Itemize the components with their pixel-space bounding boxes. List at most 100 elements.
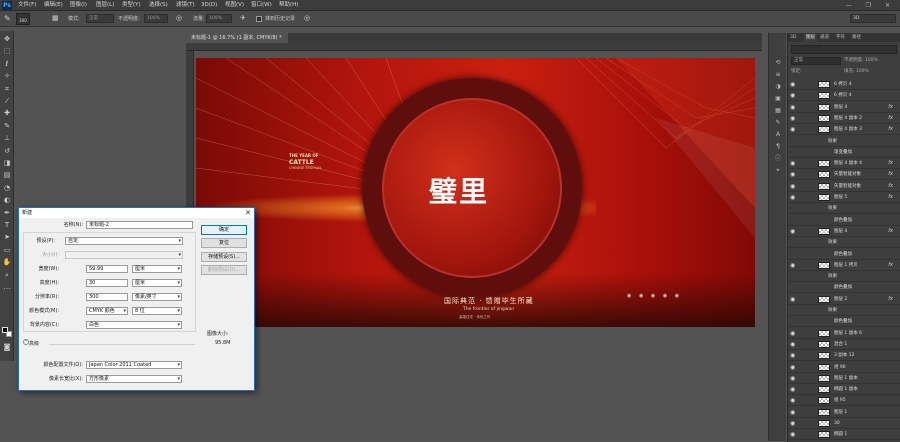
visibility-eye-icon[interactable]: ◉ xyxy=(790,262,795,269)
layer-row[interactable]: ◉ 组 95 xyxy=(788,395,900,407)
flow-input[interactable]: 100% xyxy=(206,14,232,23)
layer-row[interactable]: ◉ 图层 1 副本 6 xyxy=(788,328,900,339)
layer-effects-icon[interactable]: fx xyxy=(888,160,893,166)
pen-tool-icon[interactable]: ✒ xyxy=(2,209,12,218)
layer-row[interactable]: 颜色叠加 xyxy=(788,282,900,294)
info-panel-icon[interactable]: ⓘ xyxy=(773,155,783,163)
layer-fill[interactable]: 填充: 100% xyxy=(844,68,897,76)
color-mode-select[interactable]: CMYK 颜色 xyxy=(86,307,128,315)
menu-item[interactable]: 窗口(W) xyxy=(251,1,272,10)
document-tab[interactable]: 未标题-1 @ 16.7% (1 副本, CMYK/8) * xyxy=(185,33,288,43)
layer-row[interactable]: ◉ 6 拷贝 4 xyxy=(788,79,900,90)
window-controls[interactable]: — ❐ ✕ xyxy=(846,1,896,10)
brush-panel-icon[interactable]: ▦ xyxy=(52,14,59,23)
panel-tab[interactable]: 路径 xyxy=(852,34,861,42)
healing-brush-icon[interactable]: ✚ xyxy=(2,109,12,118)
pressure-size-icon[interactable]: ◎ xyxy=(304,14,310,23)
eraser-icon[interactable]: ✎ xyxy=(4,14,11,23)
history-panel-icon[interactable]: ⟲ xyxy=(773,59,783,67)
layer-row[interactable]: 颜色叠加 xyxy=(788,249,900,260)
brush-tool-icon[interactable]: ✎ xyxy=(2,122,12,131)
quick-mask-icon[interactable]: ◙ xyxy=(2,343,12,352)
layer-row[interactable]: ◉ 图层 4 fx xyxy=(788,102,900,113)
visibility-eye-icon[interactable]: ◉ xyxy=(790,386,795,393)
layer-row[interactable]: ◉ 图层 4 fx xyxy=(788,226,900,237)
layer-row[interactable]: ◉ 矢量智能对象 fx xyxy=(788,169,900,181)
history-brush-icon[interactable]: ↺ xyxy=(2,147,12,156)
visibility-eye-icon[interactable]: ◉ xyxy=(790,104,795,111)
layer-row[interactable]: ◉ 矢量智能对象 fx xyxy=(788,181,900,192)
menu-item[interactable]: 选择(S) xyxy=(149,1,168,10)
panel-tab[interactable]: 3D xyxy=(790,34,796,42)
width-unit-select[interactable]: 厘米 xyxy=(132,265,182,273)
bit-depth-select[interactable]: 8 位 xyxy=(132,307,182,315)
layer-row[interactable]: ◉ 混合 1 xyxy=(788,339,900,350)
properties-panel-icon[interactable]: ≡ xyxy=(773,71,783,79)
advanced-label[interactable]: 高级 xyxy=(29,340,39,347)
height-unit-select[interactable]: 厘米 xyxy=(132,279,182,287)
layer-row[interactable]: 效果 xyxy=(788,136,900,147)
menu-item[interactable]: 图像(I) xyxy=(70,1,87,10)
gradient-tool-icon[interactable]: ▤ xyxy=(2,171,12,180)
paragraph-panel-icon[interactable]: ¶ xyxy=(773,143,783,151)
visibility-eye-icon[interactable]: ◉ xyxy=(790,126,795,133)
layer-effects-icon[interactable]: fx xyxy=(888,194,893,200)
menu-item[interactable]: 编辑(E) xyxy=(44,1,63,10)
visibility-eye-icon[interactable]: ◉ xyxy=(790,228,795,235)
visibility-eye-icon[interactable]: ◉ xyxy=(790,160,795,167)
lasso-tool-icon[interactable]: ℓ xyxy=(2,60,12,69)
marquee-tool-icon[interactable]: ⬚ xyxy=(2,47,12,56)
layer-filter-bar[interactable] xyxy=(791,45,897,54)
opacity-input[interactable]: 100% xyxy=(144,14,168,23)
character-panel-icon[interactable]: A xyxy=(773,131,783,139)
adjustments-panel-icon[interactable]: ◑ xyxy=(773,83,783,91)
crop-tool-icon[interactable]: ⌗ xyxy=(2,85,12,94)
brush-size-picker[interactable]: 300 xyxy=(16,13,30,25)
layer-effects-icon[interactable]: fx xyxy=(888,296,893,302)
resolution-unit-select[interactable]: 像素/英寸 xyxy=(132,293,182,301)
layer-row[interactable]: ◉ 椭圆 1 xyxy=(788,429,900,441)
panel-tab[interactable]: 字符 xyxy=(836,34,845,42)
reset-button[interactable]: 复位 xyxy=(201,238,247,248)
aspect-select[interactable]: 方形像素 xyxy=(86,375,182,383)
menu-item[interactable]: 帮助(H) xyxy=(279,1,298,10)
visibility-eye-icon[interactable]: ◉ xyxy=(790,341,795,348)
preset-select[interactable]: 自定 xyxy=(65,237,183,245)
pressure-opacity-icon[interactable]: ◎ xyxy=(176,14,182,23)
styles-panel-icon[interactable]: ▣ xyxy=(773,95,783,103)
visibility-eye-icon[interactable]: ◉ xyxy=(790,397,795,404)
visibility-eye-icon[interactable]: ◉ xyxy=(790,194,795,201)
layer-effects-icon[interactable]: fx xyxy=(888,262,893,268)
erase-history-checkbox[interactable] xyxy=(256,16,262,22)
save-preset-button[interactable]: 存储预设(S)... xyxy=(201,252,247,262)
layer-row[interactable]: ◉ 图层 1 拷贝 fx xyxy=(788,260,900,271)
visibility-eye-icon[interactable]: ◉ xyxy=(790,409,795,416)
visibility-eye-icon[interactable]: ◉ xyxy=(790,115,795,122)
layer-row[interactable]: ◉ 椭圆 1 副本 xyxy=(788,384,900,396)
menu-item[interactable]: 滤镜(T) xyxy=(176,1,195,10)
navigator-panel-icon[interactable]: ⌖ xyxy=(773,167,783,175)
layer-effects-icon[interactable]: fx xyxy=(888,115,893,121)
panel-tab[interactable]: 通道 xyxy=(820,34,829,42)
visibility-eye-icon[interactable]: ◉ xyxy=(790,330,795,337)
quick-select-icon[interactable]: ✧ xyxy=(2,72,12,81)
background-select[interactable]: 白色 xyxy=(86,321,182,329)
layer-effects-icon[interactable]: fx xyxy=(888,126,893,132)
layer-row[interactable]: 效果 xyxy=(788,271,900,283)
width-input[interactable]: 59.99 xyxy=(86,265,128,273)
layer-row[interactable]: ◉ 图层 5 fx xyxy=(788,192,900,203)
layer-effects-icon[interactable]: fx xyxy=(888,171,893,177)
layer-row[interactable]: 效果 xyxy=(788,237,900,249)
layer-opacity[interactable]: 不透明度: 100% xyxy=(844,57,897,65)
dodge-tool-icon[interactable]: ◐ xyxy=(2,196,12,205)
visibility-eye-icon[interactable]: ◉ xyxy=(790,420,795,427)
brush-panel-icon[interactable]: ✎ xyxy=(773,119,783,127)
move-tool-icon[interactable]: ✥ xyxy=(2,35,12,44)
blend-mode-select[interactable]: 正常 xyxy=(791,57,841,65)
menu-item[interactable]: 视图(V) xyxy=(225,1,244,10)
layer-row[interactable]: 效果 xyxy=(788,305,900,316)
close-icon[interactable]: ✕ xyxy=(245,208,251,218)
eyedropper-icon[interactable]: ⁄ xyxy=(2,97,12,106)
menu-item[interactable]: 3D(D) xyxy=(201,1,217,10)
visibility-eye-icon[interactable]: ◉ xyxy=(790,375,795,382)
